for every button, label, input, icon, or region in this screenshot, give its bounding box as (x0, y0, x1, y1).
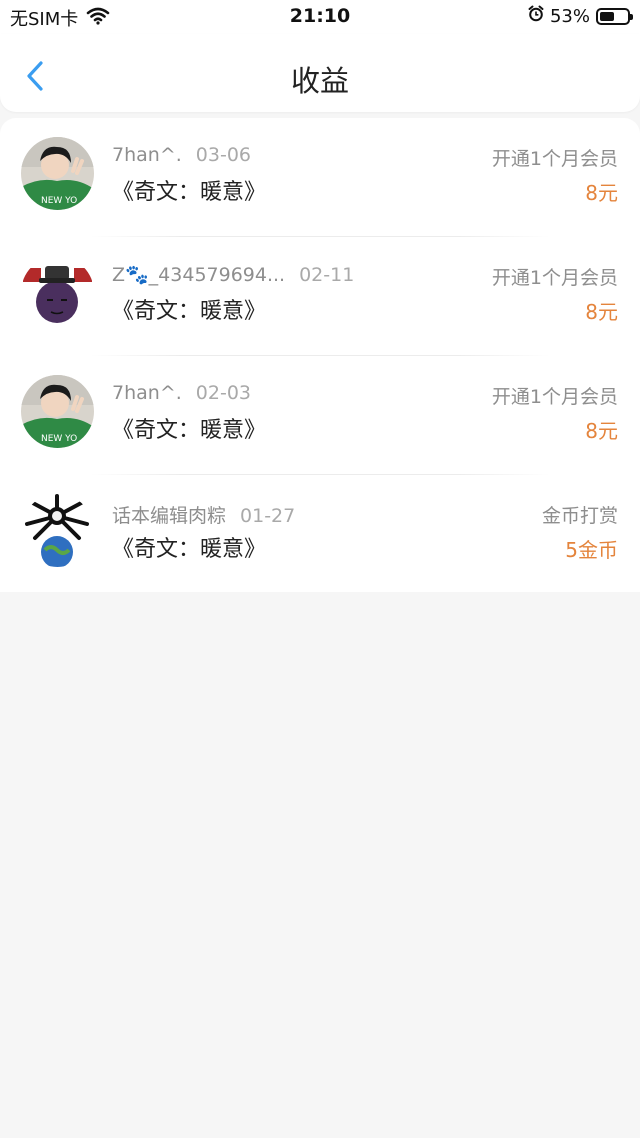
book-title: 《奇文：暖意》 (112, 537, 267, 562)
earning-amount: 5金币 (565, 538, 618, 562)
earning-type: 开通1个月会员 (491, 148, 618, 170)
avatar[interactable] (21, 494, 94, 567)
avatar[interactable]: NEW YO (21, 375, 94, 448)
user-line: 7han^. 02-03 (112, 382, 251, 404)
earning-type: 金币打赏 (541, 505, 618, 527)
status-bar: 无SIM卡 21:10 53% (0, 0, 640, 34)
user-name: 话本编辑肉粽 (112, 505, 227, 527)
record-date: 03-06 (195, 144, 251, 166)
alarm-icon (528, 5, 544, 27)
user-name: Z🐾_434579694... (112, 264, 286, 286)
svg-text:NEW YO: NEW YO (41, 434, 77, 444)
earning-row[interactable]: NEW YO 7han^. 02-03 《奇文：暖意》 开通1个月会员 8元 (0, 356, 640, 475)
earning-amount: 8元 (585, 300, 618, 324)
user-line: Z🐾_434579694... 02-11 (112, 263, 354, 286)
record-date: 01-27 (240, 505, 296, 527)
avatar[interactable] (21, 256, 94, 329)
battery-percent: 53% (549, 5, 590, 27)
earning-row[interactable]: NEW YO 7han^. 03-06 《奇文：暖意》 开通1个月会员 8元 (0, 118, 640, 237)
user-name: 7han^. (112, 144, 182, 166)
nav-bar: 收益 (0, 34, 640, 112)
earning-amount: 8元 (585, 181, 618, 205)
status-right: 53% (528, 5, 633, 27)
battery-fill (600, 11, 614, 21)
battery-icon (596, 7, 633, 25)
earnings-screen: 无SIM卡 21:10 53% 收益 NEW YO 7han^. 03-06 《… (0, 0, 640, 1138)
svg-text:NEW YO: NEW YO (41, 196, 77, 206)
book-title: 《奇文：暖意》 (112, 418, 267, 443)
earning-row[interactable]: 话本编辑肉粽 01-27 《奇文：暖意》 金币打赏 5金币 (0, 475, 640, 594)
earning-type: 开通1个月会员 (491, 267, 618, 289)
user-line: 话本编辑肉粽 01-27 (112, 501, 295, 528)
book-title: 《奇文：暖意》 (112, 299, 267, 324)
earning-amount: 8元 (585, 419, 618, 443)
book-title: 《奇文：暖意》 (112, 180, 267, 205)
page-title: 收益 (290, 64, 349, 98)
record-date: 02-03 (195, 382, 251, 404)
earning-row[interactable]: Z🐾_434579694... 02-11 《奇文：暖意》 开通1个月会员 8元 (0, 237, 640, 356)
record-date: 02-11 (299, 264, 355, 286)
avatar[interactable]: NEW YO (21, 137, 94, 210)
earning-type: 开通1个月会员 (491, 386, 618, 408)
user-line: 7han^. 03-06 (112, 144, 251, 166)
user-name: 7han^. (112, 382, 182, 404)
earnings-list: NEW YO 7han^. 03-06 《奇文：暖意》 开通1个月会员 8元 Z… (0, 118, 640, 592)
